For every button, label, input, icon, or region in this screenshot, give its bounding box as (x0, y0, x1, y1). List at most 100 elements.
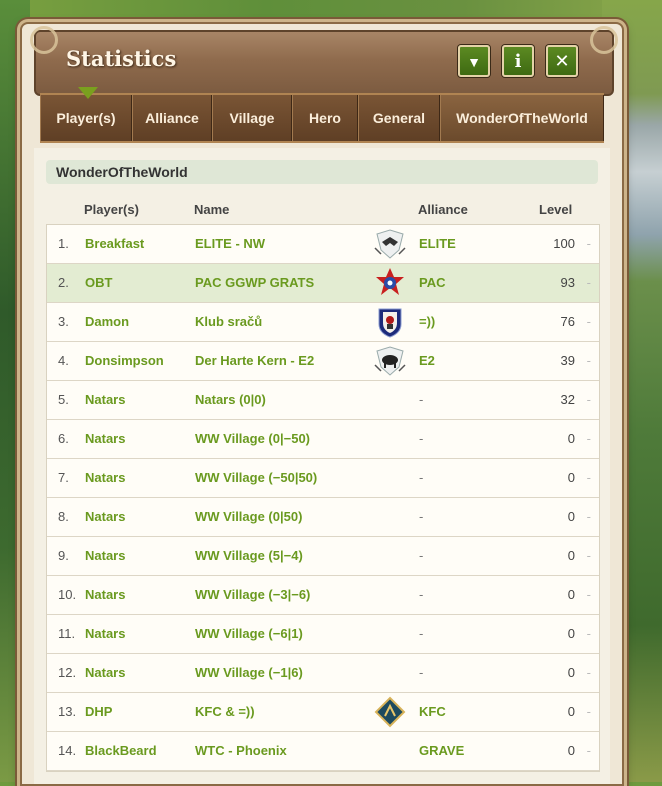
table-row: 10. Natars WW Village (−3|−6) -0- (47, 576, 599, 615)
alliance-cell: - (419, 626, 424, 641)
rank-cell: 11. (58, 626, 76, 641)
table-row: 12. Natars WW Village (−1|6) -0- (47, 654, 599, 693)
table-row: 6. Natars WW Village (0|−50) -0- (47, 420, 599, 459)
rank-cell: 4. (58, 353, 69, 368)
level-cell: 0 (567, 470, 575, 485)
player-link[interactable]: Damon (85, 303, 129, 341)
player-link[interactable]: Natars (85, 420, 125, 458)
table-row: 5. Natars Natars (0|0) -32- (47, 381, 599, 420)
row-separator-mark: - (586, 704, 591, 719)
level-cell: 32 (560, 392, 575, 407)
column-header-level[interactable]: Level (539, 202, 572, 217)
rank-cell: 12. (58, 665, 77, 680)
alliance-link[interactable]: GRAVE (419, 732, 464, 770)
village-link[interactable]: WW Village (0|50) (195, 498, 302, 536)
alliance-crest-icon (373, 267, 407, 299)
alliance-link[interactable]: ELITE (419, 225, 456, 263)
player-link[interactable]: OBT (85, 264, 112, 302)
level-cell: 0 (567, 626, 575, 641)
village-link[interactable]: WW Village (5|−4) (195, 537, 303, 575)
player-link[interactable]: Natars (85, 654, 125, 692)
row-separator-mark: - (586, 743, 591, 758)
alliance-cell: - (419, 470, 424, 485)
alliance-crest-icon (373, 306, 407, 338)
close-button[interactable]: ✕ (546, 45, 578, 77)
tab-hero[interactable]: Hero (292, 95, 358, 141)
level-cell: 0 (567, 704, 575, 719)
alliance-link[interactable]: E2 (419, 342, 435, 380)
player-link[interactable]: DHP (85, 693, 112, 731)
village-link[interactable]: WW Village (−6|1) (195, 615, 303, 653)
alliance-link[interactable]: PAC (419, 264, 445, 302)
table-row: 14. BlackBeard WTC - Phoenix GRAVE 0- (47, 732, 599, 771)
level-cell: 39 (560, 353, 575, 368)
rank-cell: 1. (58, 236, 69, 251)
player-link[interactable]: Natars (85, 615, 125, 653)
window-titlebar: Statistics ▼ i ✕ (30, 26, 618, 96)
alliance-crest-icon (373, 696, 407, 728)
tab-players[interactable]: Player(s) (40, 95, 132, 141)
player-link[interactable]: Natars (85, 381, 125, 419)
level-cell: 93 (560, 275, 575, 290)
row-separator-mark: - (586, 470, 591, 485)
level-cell: 0 (567, 431, 575, 446)
column-header-player[interactable]: Player(s) (84, 202, 139, 217)
table-row: 3. Damon Klub sračů =)) 76- (47, 303, 599, 342)
village-link[interactable]: Der Harte Kern - E2 (195, 342, 314, 380)
village-link[interactable]: Natars (0|0) (195, 381, 266, 419)
alliance-crest-icon (373, 345, 407, 377)
table-row: 13. DHP KFC & =)) KFC 0- (47, 693, 599, 732)
row-separator-mark: - (586, 431, 591, 446)
village-link[interactable]: ELITE - NW (195, 225, 265, 263)
tab-village[interactable]: Village (212, 95, 292, 141)
rank-cell: 2. (58, 275, 69, 290)
level-cell: 76 (560, 314, 575, 329)
level-cell: 100 (553, 236, 575, 251)
row-separator-mark: - (586, 587, 591, 602)
village-link[interactable]: WW Village (−50|50) (195, 459, 317, 497)
player-link[interactable]: Natars (85, 537, 125, 575)
rank-cell: 3. (58, 314, 69, 329)
village-link[interactable]: WW Village (−3|−6) (195, 576, 310, 614)
table-row: 4. Donsimpson Der Harte Kern - E2 E2 39- (47, 342, 599, 381)
rank-cell: 7. (58, 470, 69, 485)
village-link[interactable]: WW Village (−1|6) (195, 654, 303, 692)
village-link[interactable]: KFC & =)) (195, 693, 255, 731)
level-cell: 0 (567, 509, 575, 524)
player-link[interactable]: Natars (85, 576, 125, 614)
rank-cell: 13. (58, 704, 77, 719)
tab-general[interactable]: General (358, 95, 440, 141)
alliance-cell: - (419, 431, 424, 446)
info-button[interactable]: i (502, 45, 534, 77)
alliance-cell: - (419, 509, 424, 524)
player-link[interactable]: Breakfast (85, 225, 144, 263)
village-link[interactable]: Klub sračů (195, 303, 262, 341)
column-header-alliance[interactable]: Alliance (418, 202, 468, 217)
level-cell: 0 (567, 587, 575, 602)
tab-alliance[interactable]: Alliance (132, 95, 212, 141)
player-link[interactable]: BlackBeard (85, 732, 157, 770)
village-link[interactable]: WW Village (0|−50) (195, 420, 310, 458)
rank-cell: 14. (58, 743, 77, 758)
village-link[interactable]: PAC GGWP GRATS (195, 264, 314, 302)
close-icon: ✕ (554, 51, 570, 71)
row-separator-mark: - (586, 392, 591, 407)
alliance-link[interactable]: KFC (419, 693, 446, 731)
tab-wonder-of-the-world[interactable]: WonderOfTheWorld (440, 95, 604, 141)
corner-ornament-icon (30, 26, 58, 54)
alliance-link[interactable]: =)) (419, 303, 435, 341)
rank-cell: 5. (58, 392, 69, 407)
window-title: Statistics (66, 46, 177, 71)
player-link[interactable]: Donsimpson (85, 342, 164, 380)
rank-cell: 10. (58, 587, 77, 602)
rank-cell: 9. (58, 548, 69, 563)
player-link[interactable]: Natars (85, 459, 125, 497)
minimize-button[interactable]: ▼ (458, 45, 490, 77)
chevron-down-icon: ▼ (467, 54, 481, 70)
table-row: 1. Breakfast ELITE - NW ELITE 100- (47, 225, 599, 264)
row-separator-mark: - (586, 626, 591, 641)
village-link[interactable]: WTC - Phoenix (195, 732, 287, 770)
column-header-name[interactable]: Name (194, 202, 229, 217)
tab-bar: Player(s) Alliance Village Hero General … (40, 93, 604, 143)
player-link[interactable]: Natars (85, 498, 125, 536)
